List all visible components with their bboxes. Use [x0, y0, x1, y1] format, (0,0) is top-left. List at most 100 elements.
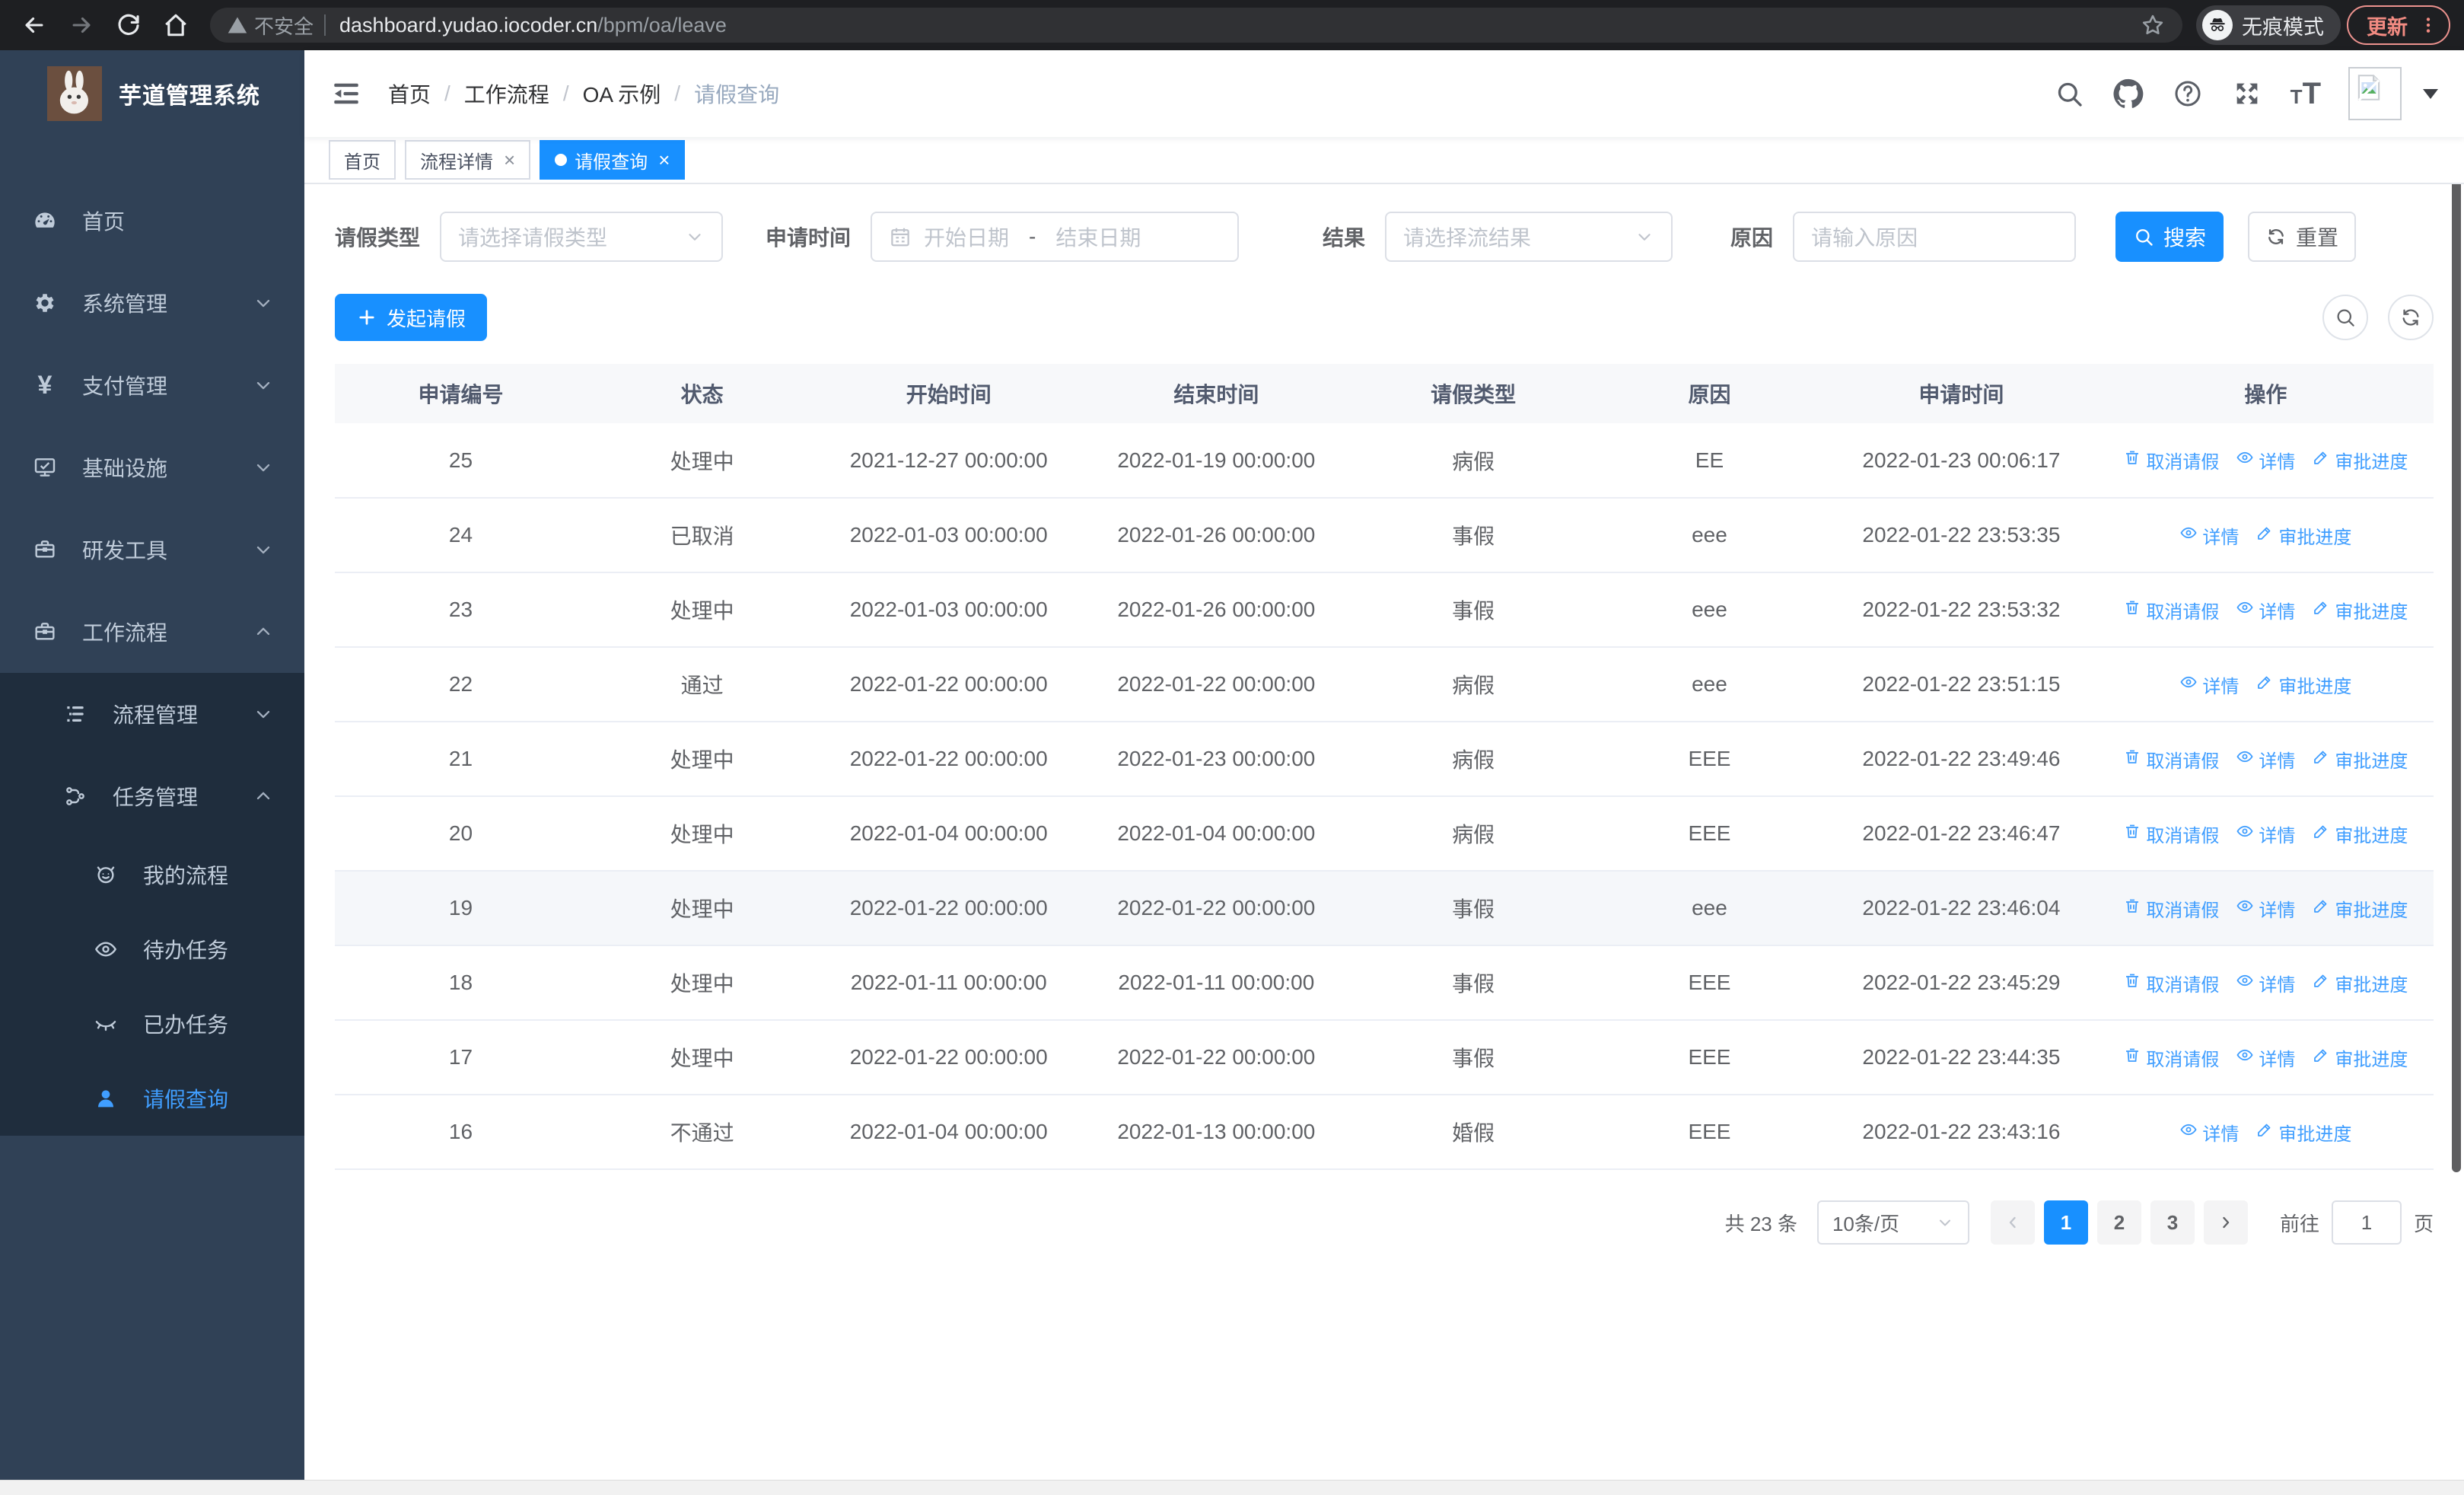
sidebar-item-dev-tools[interactable]: 研发工具	[0, 508, 304, 591]
detail-action-link[interactable]: 详情	[2236, 447, 2295, 473]
tab-label: 首页	[344, 151, 380, 173]
app-logo-row[interactable]: 芋道管理系统	[0, 50, 304, 137]
breadcrumb-item[interactable]: OA 示例	[583, 78, 661, 109]
close-icon[interactable]: ×	[504, 150, 515, 170]
apply-time-range-picker[interactable]: 开始日期 - 结束日期	[871, 212, 1240, 262]
sidebar-item-leave-query[interactable]: 请假查询	[0, 1061, 304, 1136]
fullscreen-icon[interactable]	[2231, 78, 2263, 110]
sidebar-item-infrastructure[interactable]: 基础设施	[0, 426, 304, 508]
page-button-3[interactable]: 3	[2150, 1200, 2195, 1245]
breadcrumb-item[interactable]: 工作流程	[464, 78, 549, 109]
sidebar-item-my-process[interactable]: 我的流程	[0, 837, 304, 912]
progress-action-link[interactable]: 审批进度	[2312, 447, 2408, 473]
github-icon[interactable]	[2112, 78, 2144, 110]
reset-button[interactable]: 重置	[2248, 212, 2357, 262]
horizontal-scrollbar[interactable]	[0, 1480, 2464, 1495]
address-bar[interactable]: 不安全 dashboard.yudao.iocoder.cn/bpm/oa/le…	[210, 8, 2182, 43]
browser-menu-icon[interactable]	[2418, 15, 2438, 35]
bookmark-star-icon[interactable]	[2140, 12, 2166, 38]
sidebar-item-task-mgmt[interactable]: 任务管理	[0, 755, 304, 837]
page-size-select[interactable]: 10条/页	[1816, 1200, 1969, 1245]
detail-action-link[interactable]: 详情	[2236, 746, 2295, 773]
tab-请假查询[interactable]: 请假查询 ×	[540, 140, 686, 180]
cell-start: 2022-01-22 00:00:00	[817, 1020, 1081, 1095]
sidebar-item-pay-mgmt[interactable]: ¥ 支付管理	[0, 344, 304, 426]
sidebar-item-workflow[interactable]: 工作流程	[0, 591, 304, 673]
avatar[interactable]	[2348, 67, 2402, 120]
result-select[interactable]: 请选择流结果	[1385, 212, 1673, 262]
update-button[interactable]: 更新	[2347, 5, 2450, 45]
security-label[interactable]: 不安全	[254, 11, 314, 40]
sidebar-item-system-mgmt[interactable]: 系统管理	[0, 262, 304, 344]
progress-action-link[interactable]: 审批进度	[2312, 1044, 2408, 1071]
cancel-action-link[interactable]: 取消请假	[2123, 821, 2219, 847]
progress-action-link[interactable]: 审批进度	[2312, 895, 2408, 922]
detail-action-link[interactable]: 详情	[2236, 597, 2295, 623]
progress-action-link[interactable]: 审批进度	[2312, 746, 2408, 773]
reload-icon[interactable]	[108, 5, 149, 46]
progress-action-link[interactable]: 审批进度	[2312, 597, 2408, 623]
list-icon	[62, 701, 88, 727]
next-page-button[interactable]	[2203, 1200, 2248, 1245]
sidebar-toggle-icon[interactable]	[330, 78, 362, 110]
cancel-action-link[interactable]: 取消请假	[2123, 1044, 2219, 1071]
prev-page-button[interactable]	[1990, 1200, 2035, 1245]
sidebar-item-home[interactable]: 首页	[0, 180, 304, 262]
breadcrumb-item[interactable]: 首页	[388, 78, 431, 109]
tab-流程详情[interactable]: 流程详情 ×	[405, 140, 531, 180]
table-row: 18 处理中 2022-01-11 00:00:00 2022-01-11 00:00…	[335, 945, 2434, 1021]
create-leave-button[interactable]: 发起请假	[335, 294, 488, 341]
detail-action-link[interactable]: 详情	[2236, 821, 2295, 847]
cell-actions: 详情 审批进度	[2097, 1095, 2434, 1170]
cancel-action-link[interactable]: 取消请假	[2123, 970, 2219, 996]
cancel-action-link[interactable]: 取消请假	[2123, 447, 2219, 473]
pagination-goto: 前往 1 页	[2280, 1200, 2434, 1245]
cell-start: 2022-01-04 00:00:00	[817, 796, 1081, 872]
goto-page-input[interactable]: 1	[2331, 1200, 2402, 1245]
column-header: 请假类型	[1352, 364, 1594, 423]
avatar-caret-icon[interactable]	[2423, 88, 2438, 99]
sidebar-item-todo-task[interactable]: 待办任务	[0, 912, 304, 987]
reason-input[interactable]: 请输入原因	[1793, 212, 2077, 262]
back-icon[interactable]	[14, 5, 55, 46]
progress-action-link[interactable]: 审批进度	[2312, 970, 2408, 996]
table-row: 20 处理中 2022-01-04 00:00:00 2022-01-04 00:00…	[335, 796, 2434, 872]
detail-action-label: 详情	[2259, 452, 2296, 473]
reset-button-label: 重置	[2296, 226, 2339, 250]
sidebar-item-done-task[interactable]: 已办任务	[0, 987, 304, 1061]
vertical-scrollbar[interactable]	[2452, 69, 2461, 1172]
font-size-icon[interactable]: TT	[2291, 78, 2321, 109]
update-label[interactable]: 更新	[2367, 11, 2408, 40]
cancel-action-link[interactable]: 取消请假	[2123, 597, 2219, 623]
cancel-action-link[interactable]: 取消请假	[2123, 746, 2219, 773]
cancel-action-link[interactable]: 取消请假	[2123, 895, 2219, 922]
home-icon[interactable]	[155, 5, 196, 46]
search-button[interactable]: 搜索	[2115, 212, 2224, 262]
tab-首页[interactable]: 首页	[329, 140, 396, 180]
header-search-icon[interactable]	[2053, 78, 2085, 110]
cell-type: 病假	[1352, 722, 1594, 797]
progress-action-link[interactable]: 审批进度	[2255, 671, 2351, 698]
detail-action-link[interactable]: 详情	[2236, 1044, 2295, 1071]
page-button-1[interactable]: 1	[2043, 1200, 2088, 1245]
progress-action-link[interactable]: 审批进度	[2255, 522, 2351, 549]
help-icon[interactable]	[2172, 78, 2204, 110]
chevron-down-icon	[253, 457, 274, 478]
sidebar-item-process-mgmt[interactable]: 流程管理	[0, 673, 304, 755]
detail-action-link[interactable]: 详情	[2179, 522, 2239, 549]
detail-action-link[interactable]: 详情	[2236, 970, 2295, 996]
close-icon[interactable]: ×	[658, 150, 670, 170]
detail-action-link[interactable]: 详情	[2236, 895, 2295, 922]
table-refresh-icon[interactable]	[2388, 295, 2434, 340]
detail-action-link[interactable]: 详情	[2179, 671, 2239, 698]
cell-start: 2022-01-11 00:00:00	[817, 945, 1081, 1021]
progress-action-link[interactable]: 审批进度	[2255, 1119, 2351, 1146]
page-button-2[interactable]: 2	[2096, 1200, 2141, 1245]
security-warning-icon[interactable]	[227, 14, 248, 36]
forward-icon[interactable]	[61, 5, 102, 46]
table-search-toggle-icon[interactable]	[2322, 295, 2368, 340]
leave-type-select[interactable]: 请选择请假类型	[440, 212, 724, 262]
detail-action-link[interactable]: 详情	[2179, 1119, 2239, 1146]
cell-applied: 2022-01-22 23:44:35	[1825, 1020, 2098, 1095]
progress-action-link[interactable]: 审批进度	[2312, 821, 2408, 847]
